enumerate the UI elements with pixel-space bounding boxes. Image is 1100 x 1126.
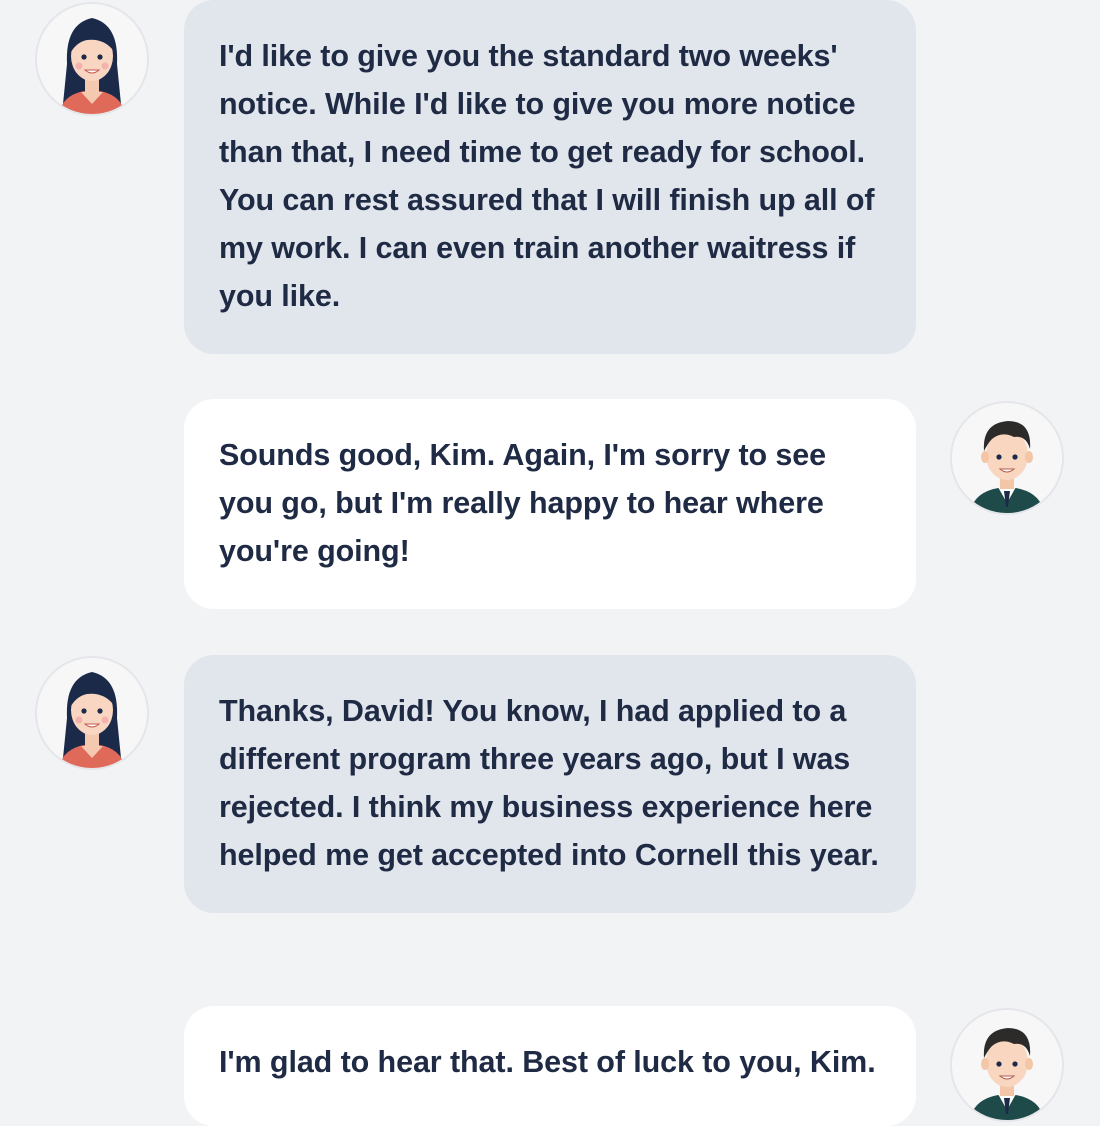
man-avatar-icon xyxy=(950,1008,1064,1122)
chat-conversation: I'd like to give you the standard two we… xyxy=(0,0,1100,1126)
message-bubble-kim: Thanks, David! You know, I had applied t… xyxy=(184,655,916,913)
message-text: Sounds good, Kim. Again, I'm sorry to se… xyxy=(219,438,827,568)
man-avatar-icon xyxy=(950,401,1064,515)
message-text: I'm glad to hear that. Best of luck to y… xyxy=(219,1045,876,1079)
message-bubble-kim: I'd like to give you the standard two we… xyxy=(184,0,916,354)
woman-avatar-icon xyxy=(35,2,149,116)
message-text: Thanks, David! You know, I had applied t… xyxy=(219,694,879,872)
message-bubble-david: Sounds good, Kim. Again, I'm sorry to se… xyxy=(184,399,916,609)
message-bubble-david: I'm glad to hear that. Best of luck to y… xyxy=(184,1006,916,1126)
message-text: I'd like to give you the standard two we… xyxy=(219,39,875,313)
woman-avatar-icon xyxy=(35,656,149,770)
